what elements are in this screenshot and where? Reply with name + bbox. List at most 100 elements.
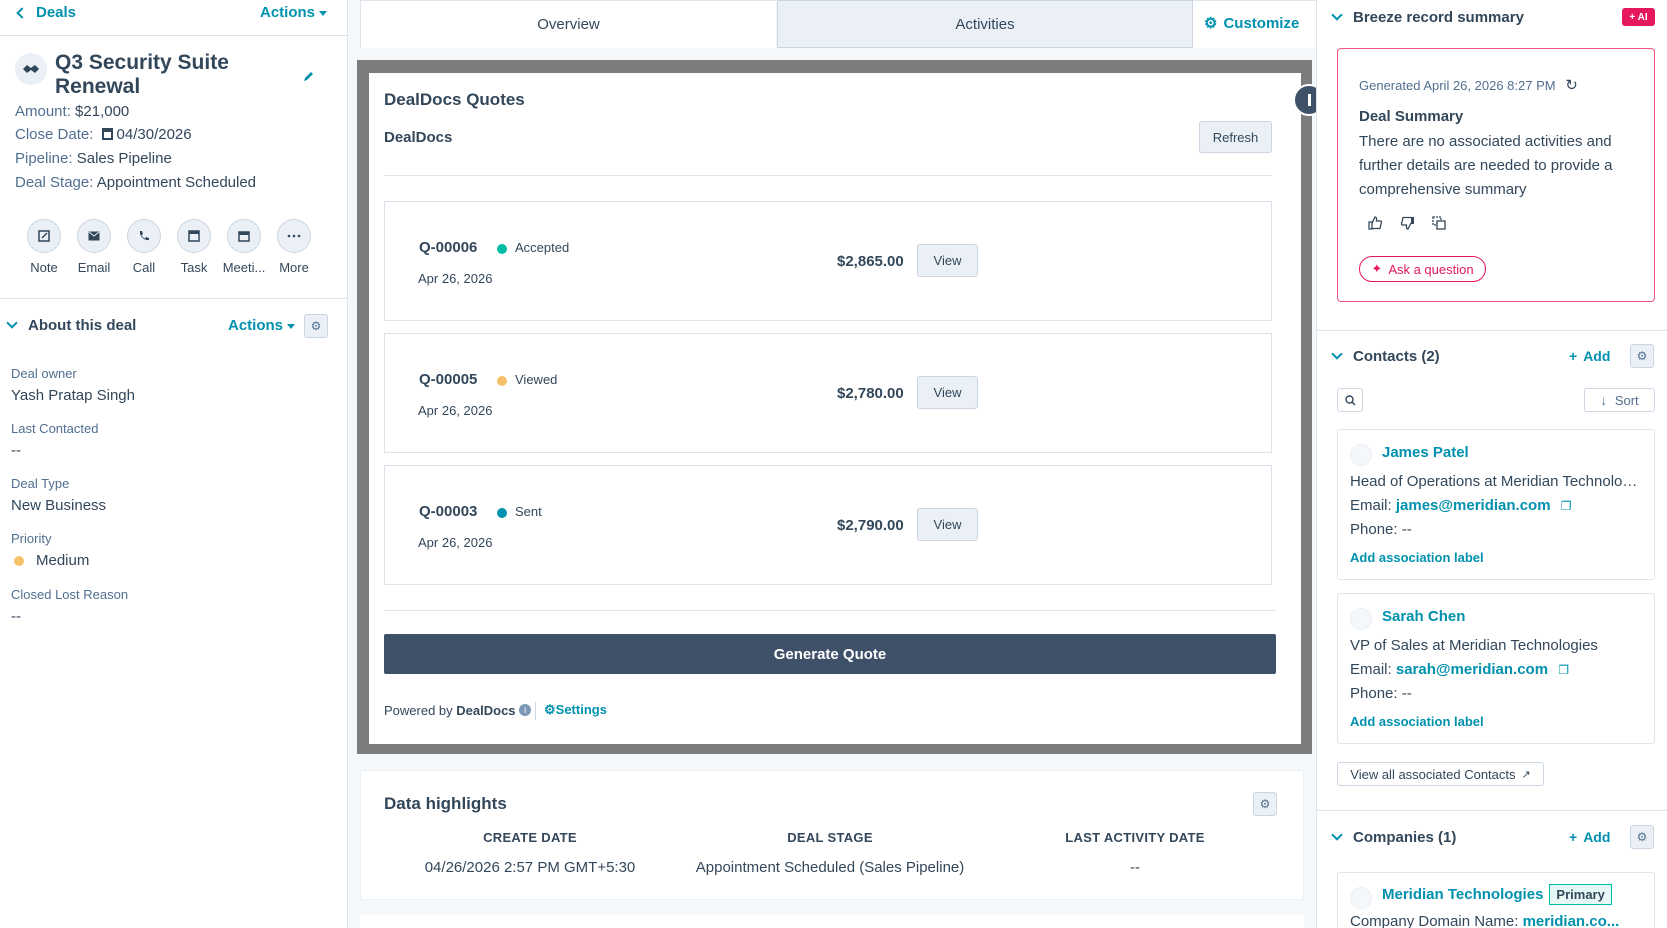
breeze-section-toggle[interactable]: Breeze record summary <box>1331 9 1524 26</box>
meeting-button[interactable]: Meeti... <box>221 219 267 275</box>
chevron-down-icon <box>1331 9 1343 21</box>
contact-role: Head of Operations at Meridian Technolog… <box>1350 473 1640 490</box>
contacts-settings-button[interactable]: ⚙ <box>1630 344 1654 368</box>
quote-status: Sent <box>497 504 542 519</box>
add-company-button[interactable]: + Add <box>1569 829 1610 845</box>
divider <box>384 610 1276 611</box>
quote-date: Apr 26, 2026 <box>418 535 493 550</box>
gear-icon: ⚙ <box>1204 15 1218 32</box>
contacts-search-button[interactable] <box>1337 388 1363 412</box>
chevron-down-icon <box>1331 829 1343 841</box>
company-name-link[interactable]: Meridian Technologies <box>1382 886 1543 903</box>
ask-question-button[interactable]: ✦ Ask a question <box>1359 256 1486 282</box>
record-actions-dropdown[interactable]: Actions <box>260 4 328 21</box>
about-section-title: About this deal <box>28 317 137 334</box>
view-all-label: View all associated Contacts <box>1350 766 1516 782</box>
dealdocs-settings-link[interactable]: ⚙Settings <box>544 702 607 718</box>
caret-down-icon <box>319 10 328 16</box>
companies-section-toggle[interactable]: Companies (1) <box>1331 829 1456 846</box>
task-button[interactable]: Task <box>171 219 217 275</box>
sort-button[interactable]: ↓ Sort <box>1584 388 1655 412</box>
customize-label: Customize <box>1223 15 1300 32</box>
email-link[interactable]: sarah@meridian.com <box>1396 661 1548 678</box>
note-button[interactable]: Note <box>21 219 67 275</box>
quote-status: Accepted <box>497 240 569 255</box>
tab-activities[interactable]: Activities <box>777 0 1193 48</box>
call-button[interactable]: Call <box>121 219 167 275</box>
pipeline-prop: Pipeline: Sales Pipeline <box>15 150 172 167</box>
meeting-label: Meeti... <box>222 260 266 275</box>
divider <box>1317 330 1667 331</box>
pipeline-value: Sales Pipeline <box>76 150 172 167</box>
deal-summary-title: Deal Summary <box>1359 108 1464 125</box>
info-icon[interactable]: i <box>519 704 532 716</box>
copy-icon[interactable]: ❐ <box>1561 499 1572 513</box>
email-link[interactable]: james@meridian.com <box>1396 497 1551 514</box>
primary-badge: Primary <box>1549 884 1612 905</box>
tab-overview[interactable]: Overview <box>360 0 776 48</box>
email-label: Email: <box>1350 497 1392 514</box>
back-to-deals-link[interactable]: Deals <box>16 4 77 21</box>
closed-lost-reason-label: Closed Lost Reason <box>11 587 129 602</box>
view-quote-button[interactable]: View <box>917 508 978 541</box>
about-settings-button[interactable]: ⚙ <box>304 314 328 338</box>
pipeline-key: Pipeline: <box>15 150 73 167</box>
quote-amount: $2,780.00 <box>837 385 904 402</box>
quote-id[interactable]: Q-00006 <box>419 239 477 256</box>
view-quote-button[interactable]: View <box>917 376 978 409</box>
close-date-prop[interactable]: Close Date: 04/30/2026 <box>15 126 192 143</box>
copy-icon[interactable]: ❐ <box>1558 663 1569 677</box>
deal-owner-value[interactable]: Yash Pratap Singh <box>11 387 135 404</box>
add-contact-button[interactable]: + Add <box>1569 348 1610 364</box>
thumbs-up-icon[interactable] <box>1368 216 1383 230</box>
quote-id[interactable]: Q-00005 <box>419 371 477 388</box>
priority-label: Priority <box>11 531 52 546</box>
copy-icon[interactable] <box>1432 216 1446 230</box>
email-label: Email <box>77 260 111 275</box>
refresh-button[interactable]: Refresh <box>1199 121 1272 153</box>
sparkle-icon: ✦ <box>1371 261 1383 276</box>
generate-quote-button[interactable]: Generate Quote <box>384 634 1276 674</box>
email-button[interactable]: Email <box>71 219 117 275</box>
highlight-value: Appointment Scheduled (Sales Pipeline) <box>695 859 965 876</box>
tab-activities-label: Activities <box>955 15 1015 33</box>
deal-title: Q3 Security Suite Renewal <box>55 51 229 98</box>
refresh-icon[interactable]: ↻ <box>1565 77 1578 94</box>
thumbs-down-icon[interactable] <box>1400 216 1415 230</box>
gear-icon: ⚙ <box>310 319 322 333</box>
quote-amount: $2,790.00 <box>837 517 904 534</box>
data-highlights-settings-button[interactable]: ⚙ <box>1253 792 1277 816</box>
view-all-contacts-button[interactable]: View all associated Contacts ↗ <box>1337 762 1544 786</box>
companies-settings-button[interactable]: ⚙ <box>1630 825 1654 849</box>
chevron-left-icon <box>16 7 28 19</box>
deal-type-value[interactable]: New Business <box>11 497 106 514</box>
about-actions-dropdown[interactable]: Actions <box>228 317 296 334</box>
closed-lost-reason-value: -- <box>11 608 21 625</box>
calendar-icon <box>101 128 113 140</box>
amount-key: Amount: <box>15 103 71 120</box>
generated-timestamp: Generated April 26, 2026 8:27 PM ↻ <box>1359 76 1578 94</box>
about-section-toggle[interactable]: About this deal <box>6 317 137 334</box>
company-header: Meridian Technologies Primary <box>1382 884 1612 905</box>
ai-badge: + AI <box>1622 8 1655 26</box>
handshake-icon <box>23 65 39 73</box>
customize-button[interactable]: ⚙ Customize <box>1204 14 1299 32</box>
contact-name-link[interactable]: Sarah Chen <box>1382 608 1465 625</box>
priority-value[interactable]: Medium <box>11 552 89 569</box>
more-dots-icon <box>277 219 311 253</box>
view-label: View <box>933 517 962 532</box>
contacts-section-toggle[interactable]: Contacts (2) <box>1331 348 1440 365</box>
caret-down-icon <box>287 323 296 329</box>
add-association-label-link[interactable]: Add association label <box>1350 550 1484 565</box>
domain-link[interactable]: meridian.co... <box>1523 913 1620 928</box>
breeze-title: Breeze record summary <box>1353 9 1524 26</box>
edit-pencil-icon[interactable] <box>303 70 315 82</box>
back-label: Deals <box>36 4 77 21</box>
more-button[interactable]: More <box>271 219 317 275</box>
contact-name-link[interactable]: James Patel <box>1382 444 1469 461</box>
view-quote-button[interactable]: View <box>917 244 978 277</box>
add-label: Add <box>1583 829 1611 845</box>
quote-id[interactable]: Q-00003 <box>419 503 477 520</box>
meeting-calendar-icon <box>227 219 261 253</box>
add-association-label-link[interactable]: Add association label <box>1350 714 1484 729</box>
